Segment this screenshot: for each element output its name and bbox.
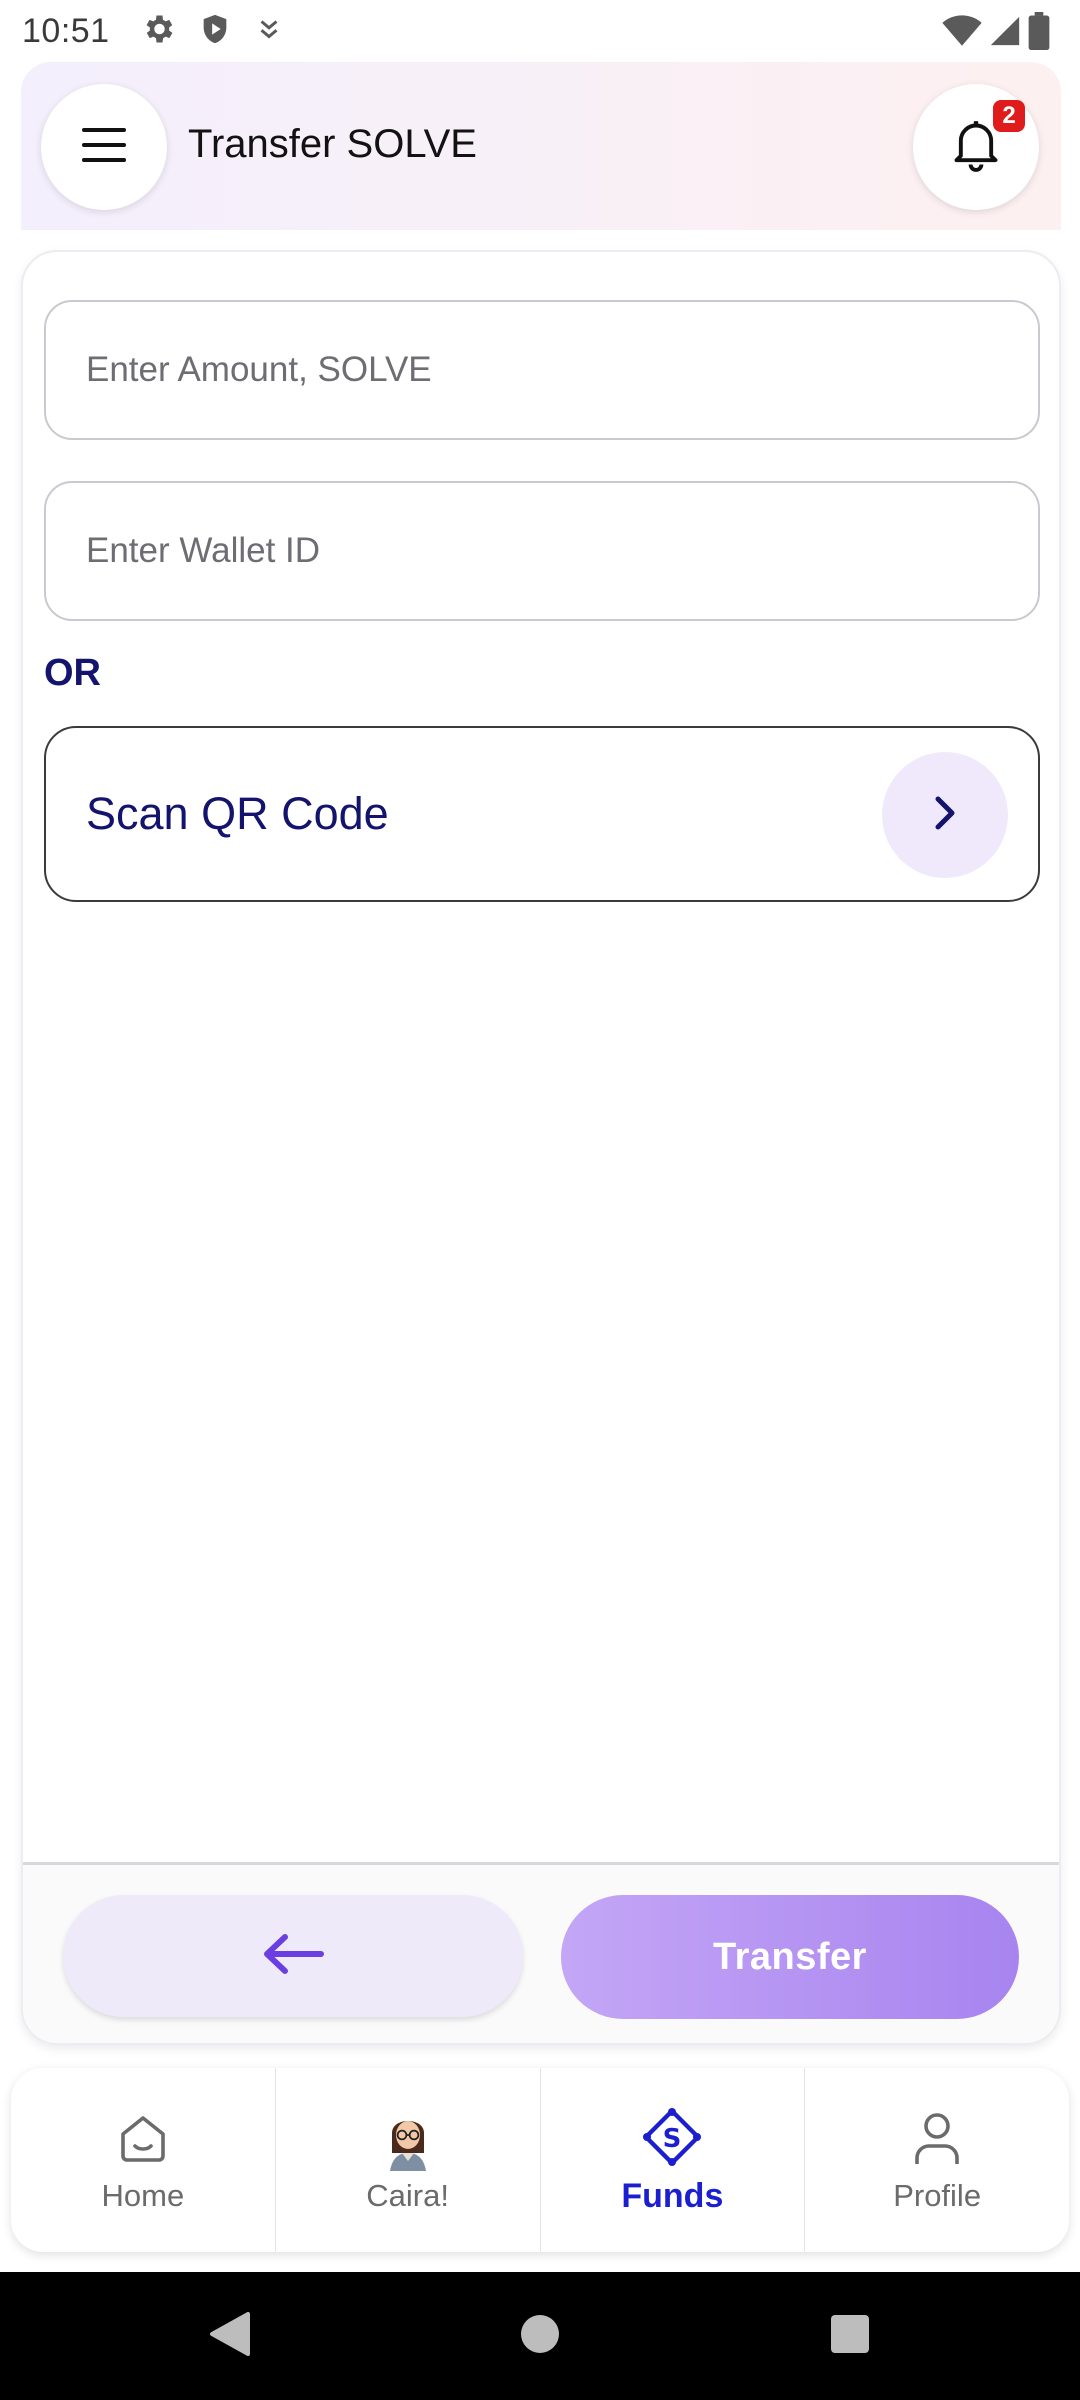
avatar	[376, 2106, 440, 2171]
notifications-button[interactable]: 2	[913, 84, 1039, 210]
nav-label-home: Home	[101, 2178, 185, 2213]
nav-item-home[interactable]: Home	[11, 2068, 276, 2252]
settings-icon	[140, 11, 176, 52]
page-title: Transfer SOLVE	[188, 122, 477, 166]
transfer-form-card: OR Scan QR Code Transfer	[21, 250, 1061, 2045]
menu-icon	[80, 125, 128, 170]
wallet-field-wrapper	[44, 481, 1040, 621]
amount-input[interactable]	[46, 302, 1038, 438]
signal-icon	[988, 13, 1022, 54]
scan-qr-button[interactable]: Scan QR Code	[44, 726, 1040, 902]
wallet-id-input[interactable]	[46, 483, 1038, 619]
circle-home-icon	[519, 2313, 561, 2360]
home-icon	[111, 2106, 175, 2170]
triangle-back-icon	[208, 2310, 252, 2363]
scan-qr-arrow[interactable]	[882, 752, 1008, 878]
status-bar: 10:51	[0, 0, 1080, 62]
back-button[interactable]	[63, 1895, 523, 2017]
form-actions: Transfer	[23, 1862, 1059, 2043]
amount-field-wrapper	[44, 300, 1040, 440]
profile-icon	[905, 2106, 969, 2170]
menu-button[interactable]	[41, 84, 167, 210]
wifi-icon	[942, 13, 982, 54]
battery-icon	[1028, 12, 1050, 55]
nav-label-profile: Profile	[893, 2178, 982, 2213]
app-header: Transfer SOLVE 2	[21, 62, 1061, 230]
bottom-navigation: Home Caira! S Funds Profile	[11, 2068, 1069, 2252]
svg-text:S: S	[663, 2124, 682, 2154]
funds-icon: S	[640, 2105, 704, 2169]
nav-label-caira: Caira!	[366, 2178, 449, 2213]
nav-item-caira[interactable]: Caira!	[276, 2068, 541, 2252]
nav-label-funds: Funds	[621, 2176, 724, 2215]
system-back-button[interactable]	[190, 2272, 270, 2400]
nav-item-profile[interactable]: Profile	[805, 2068, 1069, 2252]
transfer-button[interactable]: Transfer	[561, 1895, 1019, 2019]
system-recents-button[interactable]	[810, 2272, 890, 2400]
system-home-button[interactable]	[500, 2272, 580, 2400]
status-time: 10:51	[22, 11, 110, 50]
nav-item-funds[interactable]: S Funds	[541, 2068, 806, 2252]
location-arrow-icon	[254, 12, 284, 51]
or-separator: OR	[44, 652, 101, 694]
arrow-left-icon	[261, 1932, 325, 1981]
square-recents-icon	[829, 2313, 871, 2360]
scan-qr-label: Scan QR Code	[86, 788, 389, 839]
system-navigation-bar	[0, 2272, 1080, 2400]
notification-badge: 2	[993, 100, 1025, 132]
shield-play-icon	[198, 11, 232, 52]
chevron-right-icon	[930, 793, 960, 838]
